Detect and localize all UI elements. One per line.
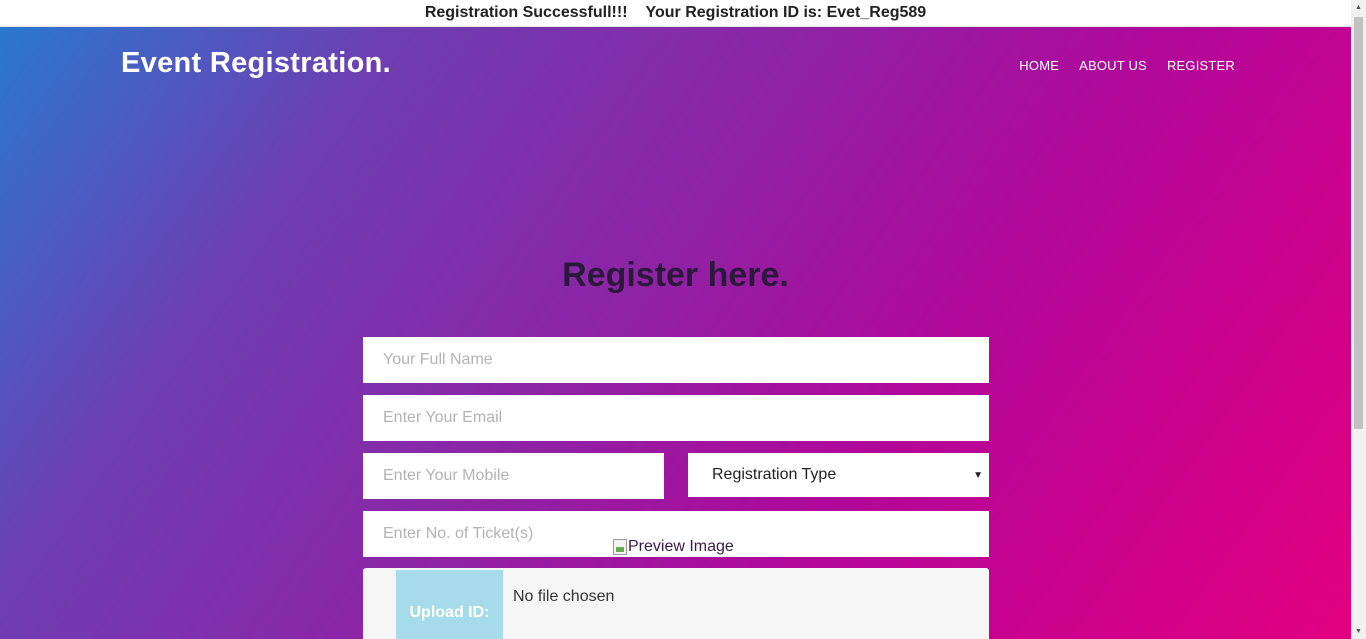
preview-image: Preview Image [613,538,734,556]
registration-type-select[interactable]: Registration Type ▼ [688,453,989,497]
registration-success-banner: Registration Successfull!!! Your Registr… [0,0,1351,27]
full-name-input[interactable] [363,337,989,383]
chevron-down-icon: ▼ [973,469,983,481]
scroll-thumb[interactable] [1354,17,1363,429]
broken-image-icon [613,539,627,555]
email-input[interactable] [363,395,989,441]
page: Registration Successfull!!! Your Registr… [0,0,1366,639]
page-scrollbar[interactable]: ▲ ▼ [1351,0,1366,639]
success-message: Registration Successfull!!! [424,4,628,21]
form-title: Register here. [562,256,789,294]
nav-register-link[interactable]: REGISTER [1167,58,1235,73]
mobile-input[interactable] [363,453,664,499]
file-status-text: No file chosen [513,588,615,605]
nav-about-us-link[interactable]: ABOUT US [1079,58,1147,73]
main-nav: HOME ABOUT US REGISTER [1019,58,1235,73]
upload-id-field: Upload ID: No file chosen [363,568,989,639]
registration-type-value: Registration Type [712,466,837,483]
site-brand[interactable]: Event Registration. [121,47,391,80]
scroll-up-arrow-icon[interactable]: ▲ [1351,0,1366,15]
registration-id-message: Your Registration ID is: Evet_Reg589 [645,4,927,21]
nav-home-link[interactable]: HOME [1019,58,1059,73]
upload-id-button[interactable]: Upload ID: [396,570,503,639]
scroll-down-arrow-icon[interactable]: ▼ [1351,624,1366,639]
preview-image-alt: Preview Image [628,538,734,555]
